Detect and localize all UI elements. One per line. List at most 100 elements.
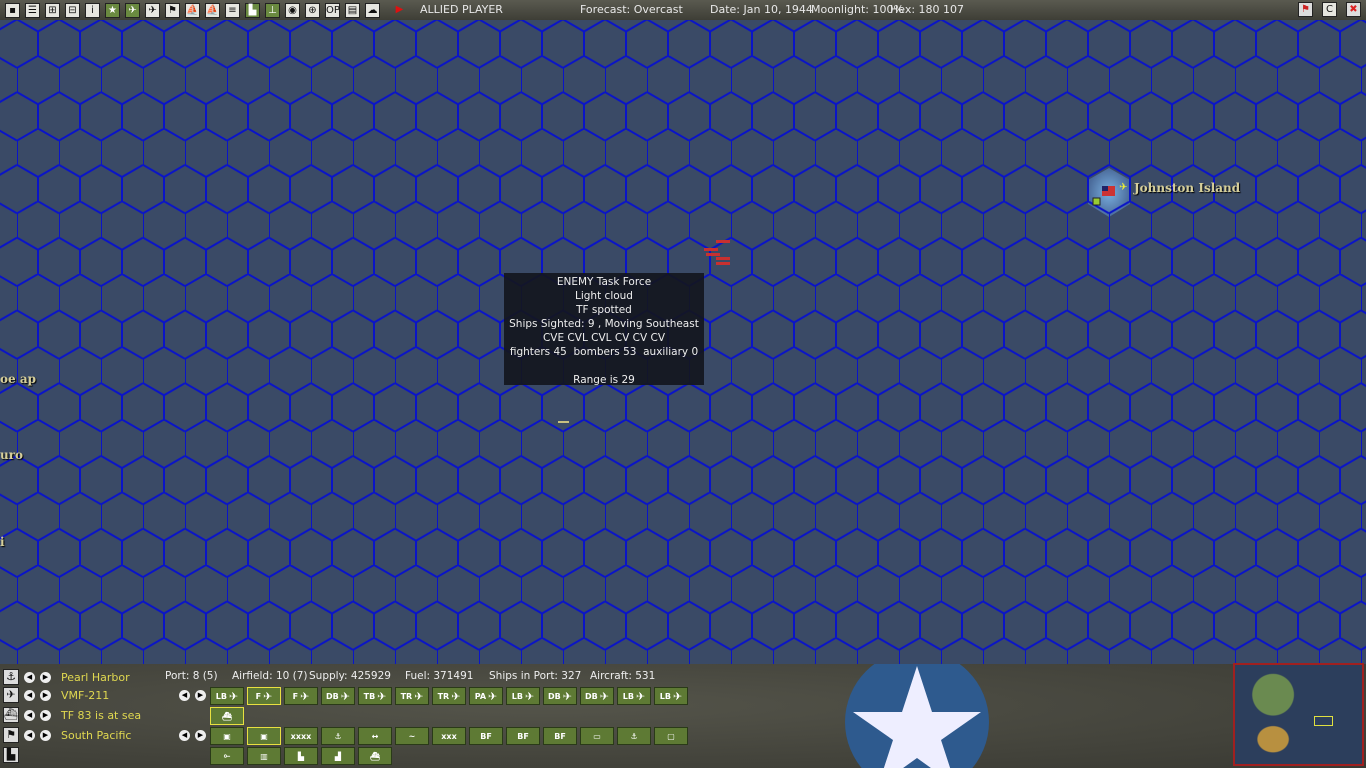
base-marker-icon[interactable] — [1092, 197, 1101, 206]
new-button[interactable]: ▪ — [5, 2, 20, 18]
industry-button[interactable]: ⛴ — [358, 747, 392, 765]
air-group-button[interactable]: TR ✈ — [432, 687, 466, 705]
air-group-button[interactable]: LB ✈ — [210, 687, 244, 705]
prev-air-button[interactable]: ◀ — [24, 689, 35, 701]
task-force-ship-button[interactable]: ⛴ — [210, 707, 244, 725]
land-button[interactable]: ▙ — [245, 2, 260, 18]
c-button[interactable]: C — [1322, 2, 1337, 17]
button-label: ⚓ — [334, 731, 342, 741]
flag-button[interactable]: ⚑ — [165, 2, 180, 18]
next-hq-unit-button[interactable]: ▶ — [195, 729, 206, 741]
air-unit-icon[interactable]: ✈ — [3, 687, 19, 703]
location-label[interactable]: oe ap — [0, 372, 36, 386]
button-label: TR — [437, 691, 450, 701]
hq-unit-button[interactable]: ~ — [395, 727, 429, 745]
flag-toggle-button[interactable]: ⚑ — [1298, 2, 1313, 17]
allied-star-emblem — [845, 664, 990, 768]
air-group-button[interactable]: TR ✈ — [395, 687, 429, 705]
industry-icon[interactable]: ▙ — [3, 747, 19, 763]
prev-tf-button[interactable]: ◀ — [24, 709, 35, 721]
hq-unit-button[interactable]: ▣ — [247, 727, 281, 745]
fleet-button[interactable]: ≡ — [225, 2, 240, 18]
hq-name[interactable]: South Pacific — [61, 729, 131, 742]
ship-button[interactable]: ⛵ — [185, 2, 200, 18]
globe-button[interactable]: ◉ — [285, 2, 300, 18]
info-button[interactable]: i — [85, 2, 100, 18]
industry-button[interactable]: ▥ — [247, 747, 281, 765]
button-label: ▟ — [334, 751, 342, 761]
hq-unit-button[interactable]: ⚓ — [617, 727, 651, 745]
prev-hq-unit-button[interactable]: ◀ — [179, 729, 190, 741]
air-red-button[interactable]: ✈ — [125, 2, 140, 18]
prev-hq-button[interactable]: ◀ — [24, 729, 35, 741]
next-air-group-button[interactable]: ▶ — [195, 689, 206, 701]
air-group-button[interactable]: F ✈ — [247, 687, 281, 705]
button-label: TB — [363, 691, 376, 701]
button-label: ▙ — [297, 751, 305, 761]
hq-unit-button[interactable]: ▭ — [580, 727, 614, 745]
next-base-button[interactable]: ▶ — [40, 671, 51, 683]
anchor-icon[interactable]: ⚓ — [3, 669, 19, 685]
hq-unit-button[interactable]: BF — [543, 727, 577, 745]
ships-button[interactable]: ⊞ — [45, 2, 60, 18]
air-group-button[interactable]: F ✈ — [284, 687, 318, 705]
location-label[interactable]: i — [0, 535, 5, 549]
groups-button[interactable]: ⊟ — [65, 2, 80, 18]
air-group-button[interactable]: DB ✈ — [321, 687, 355, 705]
button-label: ↔ — [371, 731, 379, 741]
airfield-icon: ✈ — [1119, 182, 1127, 193]
industry-button[interactable]: ▙ — [284, 747, 318, 765]
air-group-button[interactable]: DB ✈ — [580, 687, 614, 705]
location-label[interactable]: uro — [0, 448, 23, 462]
air-blue-button[interactable]: ✈ — [145, 2, 160, 18]
close-button[interactable]: ✖ — [1346, 2, 1361, 17]
ships2-button[interactable]: ⛵ — [205, 2, 220, 18]
flag-icon[interactable]: ⚑ — [3, 727, 19, 743]
air-group-button[interactable]: DB ✈ — [543, 687, 577, 705]
industry-button[interactable]: ⟜ — [210, 747, 244, 765]
location-johnston-island[interactable]: Johnston Island — [1134, 181, 1240, 195]
hq-unit-button[interactable]: ▢ — [654, 727, 688, 745]
prev-air-group-button[interactable]: ◀ — [179, 689, 190, 701]
air-group-button[interactable]: LB ✈ — [617, 687, 651, 705]
hq-unit-button[interactable]: ⚓ — [321, 727, 355, 745]
fuel-stat: Fuel: 371491 — [405, 670, 474, 682]
star-button[interactable]: ★ — [105, 2, 120, 18]
hq-unit-button[interactable]: xxxx — [284, 727, 318, 745]
list-button[interactable]: ▤ — [345, 2, 360, 18]
end-turn-button[interactable]: ▶ — [392, 3, 407, 18]
target-button[interactable]: ⊕ — [305, 2, 320, 18]
air-group-button[interactable]: TB ✈ — [358, 687, 392, 705]
ship-icon[interactable]: ⛴ — [3, 707, 19, 723]
air-group-button[interactable]: LB ✈ — [506, 687, 540, 705]
tooltip-line: Light cloud — [575, 290, 633, 302]
own-unit-icon[interactable] — [558, 421, 569, 423]
ships-in-port-stat: Ships in Port: 327 — [489, 670, 582, 682]
hq-unit-button[interactable]: xxx — [432, 727, 466, 745]
air-unit-name[interactable]: VMF-211 — [61, 689, 109, 702]
button-label: ▣ — [223, 731, 231, 741]
weather-button[interactable]: ☁ — [365, 2, 380, 18]
air-group-button[interactable]: PA ✈ — [469, 687, 503, 705]
prev-base-button[interactable]: ◀ — [24, 671, 35, 683]
next-air-button[interactable]: ▶ — [40, 689, 51, 701]
base-name[interactable]: Pearl Harbor — [61, 671, 130, 684]
aircraft-stat: Aircraft: 531 — [590, 670, 656, 682]
hq-unit-button[interactable]: BF — [506, 727, 540, 745]
air-group-button[interactable]: LB ✈ — [654, 687, 688, 705]
button-label: F — [292, 691, 299, 701]
OP-button[interactable]: OP — [325, 2, 340, 18]
hq-unit-button[interactable]: ↔ — [358, 727, 392, 745]
task-force-status[interactable]: TF 83 is at sea — [61, 709, 141, 722]
minimap[interactable] — [1233, 663, 1364, 766]
button-label: DB — [326, 691, 339, 701]
button-label: ⟜ — [223, 751, 231, 760]
hq-unit-button[interactable]: BF — [469, 727, 503, 745]
base-button[interactable]: ⊥ — [265, 2, 280, 18]
report-button[interactable]: ☰ — [25, 2, 40, 18]
minimap-viewport[interactable] — [1314, 716, 1333, 726]
hq-unit-button[interactable]: ▣ — [210, 727, 244, 745]
next-tf-button[interactable]: ▶ — [40, 709, 51, 721]
next-hq-button[interactable]: ▶ — [40, 729, 51, 741]
industry-button[interactable]: ▟ — [321, 747, 355, 765]
